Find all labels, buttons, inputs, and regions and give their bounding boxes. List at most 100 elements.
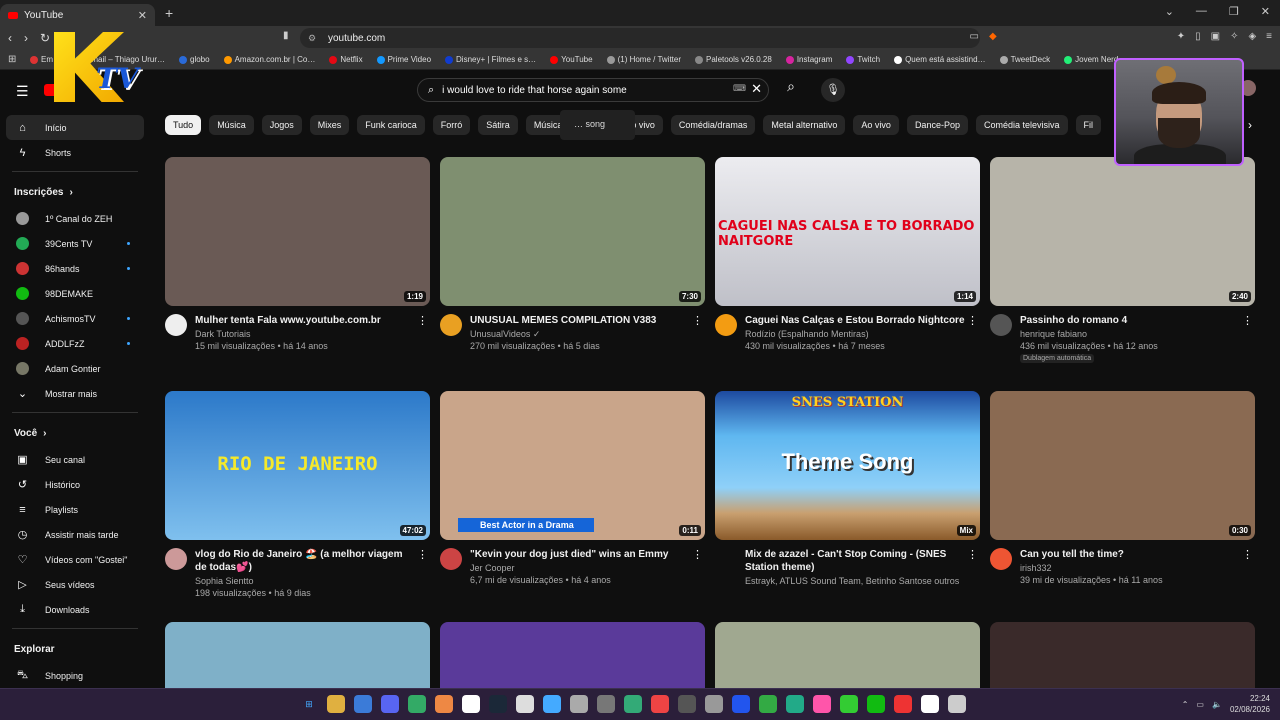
more-options-icon[interactable]: ⋮ bbox=[1242, 548, 1253, 561]
search-box[interactable]: ⌕ i would love to ride that horse again … bbox=[417, 78, 769, 102]
search-button[interactable]: ⌕ bbox=[776, 78, 806, 102]
taskbar-app-icon[interactable] bbox=[678, 695, 696, 713]
subscriptions-header[interactable]: Inscrições › bbox=[0, 178, 150, 206]
back-icon[interactable]: ‹ bbox=[8, 31, 12, 45]
video-thumbnail[interactable] bbox=[165, 622, 430, 688]
video-thumbnail[interactable]: 1:19 bbox=[165, 157, 430, 306]
bookmark-item[interactable]: Quem está assistind… bbox=[894, 55, 986, 64]
sidebar-item-subscription[interactable]: ADDLFzZ bbox=[0, 331, 150, 356]
taskbar-app-icon[interactable] bbox=[435, 695, 453, 713]
video-thumbnail[interactable]: Theme Song SNES STATION Mix bbox=[715, 391, 980, 540]
taskbar-app-icon[interactable] bbox=[840, 695, 858, 713]
chips-next-icon[interactable]: › bbox=[1248, 118, 1252, 132]
taskbar-app-icon[interactable] bbox=[894, 695, 912, 713]
channel-avatar[interactable] bbox=[440, 548, 462, 570]
chip-category[interactable]: Dance-Pop bbox=[906, 115, 968, 135]
channel-name[interactable]: henrique fabiano bbox=[1020, 329, 1087, 339]
video-thumbnail[interactable] bbox=[715, 622, 980, 688]
bookmark-item[interactable]: (1) Home / Twitter bbox=[606, 55, 681, 64]
bookmark-item[interactable]: Disney+ | Filmes e s… bbox=[445, 55, 536, 64]
taskbar-app-icon[interactable] bbox=[489, 695, 507, 713]
bookmark-item[interactable]: Twitch bbox=[846, 55, 880, 64]
taskbar-app-icon[interactable] bbox=[624, 695, 642, 713]
show-more-button[interactable]: ⌄ Mostrar mais bbox=[0, 381, 150, 406]
bookmark-item[interactable]: Paletools v26.0.28 bbox=[695, 55, 772, 64]
menu-icon[interactable]: ≡ bbox=[1266, 31, 1272, 42]
taskbar-app-icon[interactable] bbox=[759, 695, 777, 713]
more-options-icon[interactable]: ⋮ bbox=[967, 314, 978, 327]
sidebar-item-your-videos[interactable]: ▷ Seus vídeos bbox=[0, 572, 150, 597]
channel-avatar[interactable] bbox=[990, 314, 1012, 336]
taskbar-app-icon[interactable] bbox=[543, 695, 561, 713]
taskbar-app-icon[interactable] bbox=[705, 695, 723, 713]
reload-icon[interactable]: ↻ bbox=[40, 31, 50, 45]
video-thumbnail[interactable]: RIO DE JANEIRO 47:02 bbox=[165, 391, 430, 540]
new-tab-button[interactable]: + bbox=[165, 5, 173, 21]
keyboard-icon[interactable]: ⌨ bbox=[733, 83, 746, 94]
video-title[interactable]: Passinho do romano 4 bbox=[1020, 314, 1240, 327]
taskbar-app-icon[interactable] bbox=[651, 695, 669, 713]
more-options-icon[interactable]: ⋮ bbox=[417, 548, 428, 561]
chip-category[interactable]: Mixes bbox=[309, 115, 350, 135]
more-options-icon[interactable]: ⋮ bbox=[967, 548, 978, 561]
bookmark-item[interactable]: Instagram bbox=[785, 55, 832, 64]
video-thumbnail[interactable]: CAGUEI NAS CALSA E TO BORRADO NAITGORE 1:… bbox=[715, 157, 980, 306]
extensions-icon[interactable]: ✦ bbox=[1177, 31, 1185, 42]
taskbar-app-icon[interactable] bbox=[813, 695, 831, 713]
maximize-icon[interactable]: ❐ bbox=[1229, 5, 1239, 18]
chip-category[interactable]: Tudo bbox=[165, 115, 202, 135]
sidebar-item-subscription[interactable]: AchismosTV bbox=[0, 306, 150, 331]
taskbar-app-icon[interactable] bbox=[921, 695, 939, 713]
sidebar-icon[interactable]: ▯ bbox=[1195, 31, 1201, 42]
bookmark-star-icon[interactable]: ▮ bbox=[283, 30, 289, 41]
channel-avatar[interactable] bbox=[165, 548, 187, 570]
vpn-icon[interactable]: ◈ bbox=[1248, 31, 1256, 42]
taskbar-app-icon[interactable] bbox=[408, 695, 426, 713]
cast-icon[interactable]: ▭ bbox=[970, 31, 979, 42]
minimize-icon[interactable]: — bbox=[1196, 5, 1207, 18]
voice-search-button[interactable]: 🎙 bbox=[821, 78, 845, 102]
taskbar-app-icon[interactable] bbox=[597, 695, 615, 713]
channel-name[interactable]: Rodízio (Espalhando Mentiras) bbox=[745, 329, 869, 339]
apps-grid-icon[interactable]: ⊞ bbox=[8, 54, 16, 65]
taskbar-app-icon[interactable] bbox=[327, 695, 345, 713]
taskbar-app-icon[interactable] bbox=[462, 695, 480, 713]
sidebar-item-subscription[interactable]: 98DEMAKE bbox=[0, 281, 150, 306]
sidebar-item-watch-later[interactable]: ◷ Assistir mais tarde bbox=[0, 522, 150, 547]
clear-search-icon[interactable]: ✕ bbox=[751, 81, 762, 97]
channel-avatar[interactable] bbox=[715, 314, 737, 336]
tray-chevron-icon[interactable]: ⌃ bbox=[1182, 700, 1189, 709]
search-suggestion[interactable]: … song bbox=[560, 110, 635, 140]
more-options-icon[interactable]: ⋮ bbox=[692, 314, 703, 327]
chip-category[interactable]: Comédia televisiva bbox=[975, 115, 1068, 135]
bookmark-item[interactable]: YouTube bbox=[550, 55, 593, 64]
sidebar-item-like[interactable]: ♡ Vídeos com "Gostei" bbox=[0, 547, 150, 572]
video-title[interactable]: Mulher tenta Fala www.youtube.com.br bbox=[195, 314, 415, 327]
sidebar-item-subscription[interactable]: Adam Gontier bbox=[0, 356, 150, 381]
taskbar-app-icon[interactable] bbox=[354, 695, 372, 713]
video-thumbnail[interactable]: 7:30 bbox=[440, 157, 705, 306]
leo-icon[interactable]: ✧ bbox=[1230, 31, 1238, 42]
sidebar-item-subscription[interactable]: 86hands bbox=[0, 256, 150, 281]
channel-name[interactable]: Dark Tutoriais bbox=[195, 329, 251, 339]
channel-avatar[interactable] bbox=[440, 314, 462, 336]
bookmark-item[interactable]: Amazon.com.br | Co… bbox=[223, 55, 315, 64]
channel-avatar[interactable] bbox=[990, 548, 1012, 570]
taskbar-app-icon[interactable] bbox=[732, 695, 750, 713]
chip-category[interactable]: Música bbox=[209, 115, 254, 135]
menu-hamburger-icon[interactable]: ☰ bbox=[16, 83, 29, 100]
bookmark-item[interactable]: Prime Video bbox=[376, 55, 431, 64]
chip-category[interactable]: Funk carioca bbox=[357, 115, 425, 135]
taskbar-app-icon[interactable] bbox=[516, 695, 534, 713]
video-title[interactable]: Mix de azazel - Can't Stop Coming - (SNE… bbox=[745, 548, 965, 574]
you-header[interactable]: Você › bbox=[0, 419, 150, 447]
video-thumbnail[interactable]: Best Actor in a Drama 0:11 bbox=[440, 391, 705, 540]
more-options-icon[interactable]: ⋮ bbox=[417, 314, 428, 327]
video-thumbnail[interactable] bbox=[990, 622, 1255, 688]
video-title[interactable]: vlog do Rio de Janeiro 🏖️ (a melhor viag… bbox=[195, 548, 415, 574]
tab-youtube[interactable]: YouTube ✕ bbox=[0, 4, 155, 26]
chip-category[interactable]: Metal alternativo bbox=[763, 115, 846, 135]
bookmark-item[interactable]: TweetDeck bbox=[999, 55, 1050, 64]
video-thumbnail[interactable]: 2:40 bbox=[990, 157, 1255, 306]
windows-start-icon[interactable]: ⊞ bbox=[300, 695, 318, 713]
